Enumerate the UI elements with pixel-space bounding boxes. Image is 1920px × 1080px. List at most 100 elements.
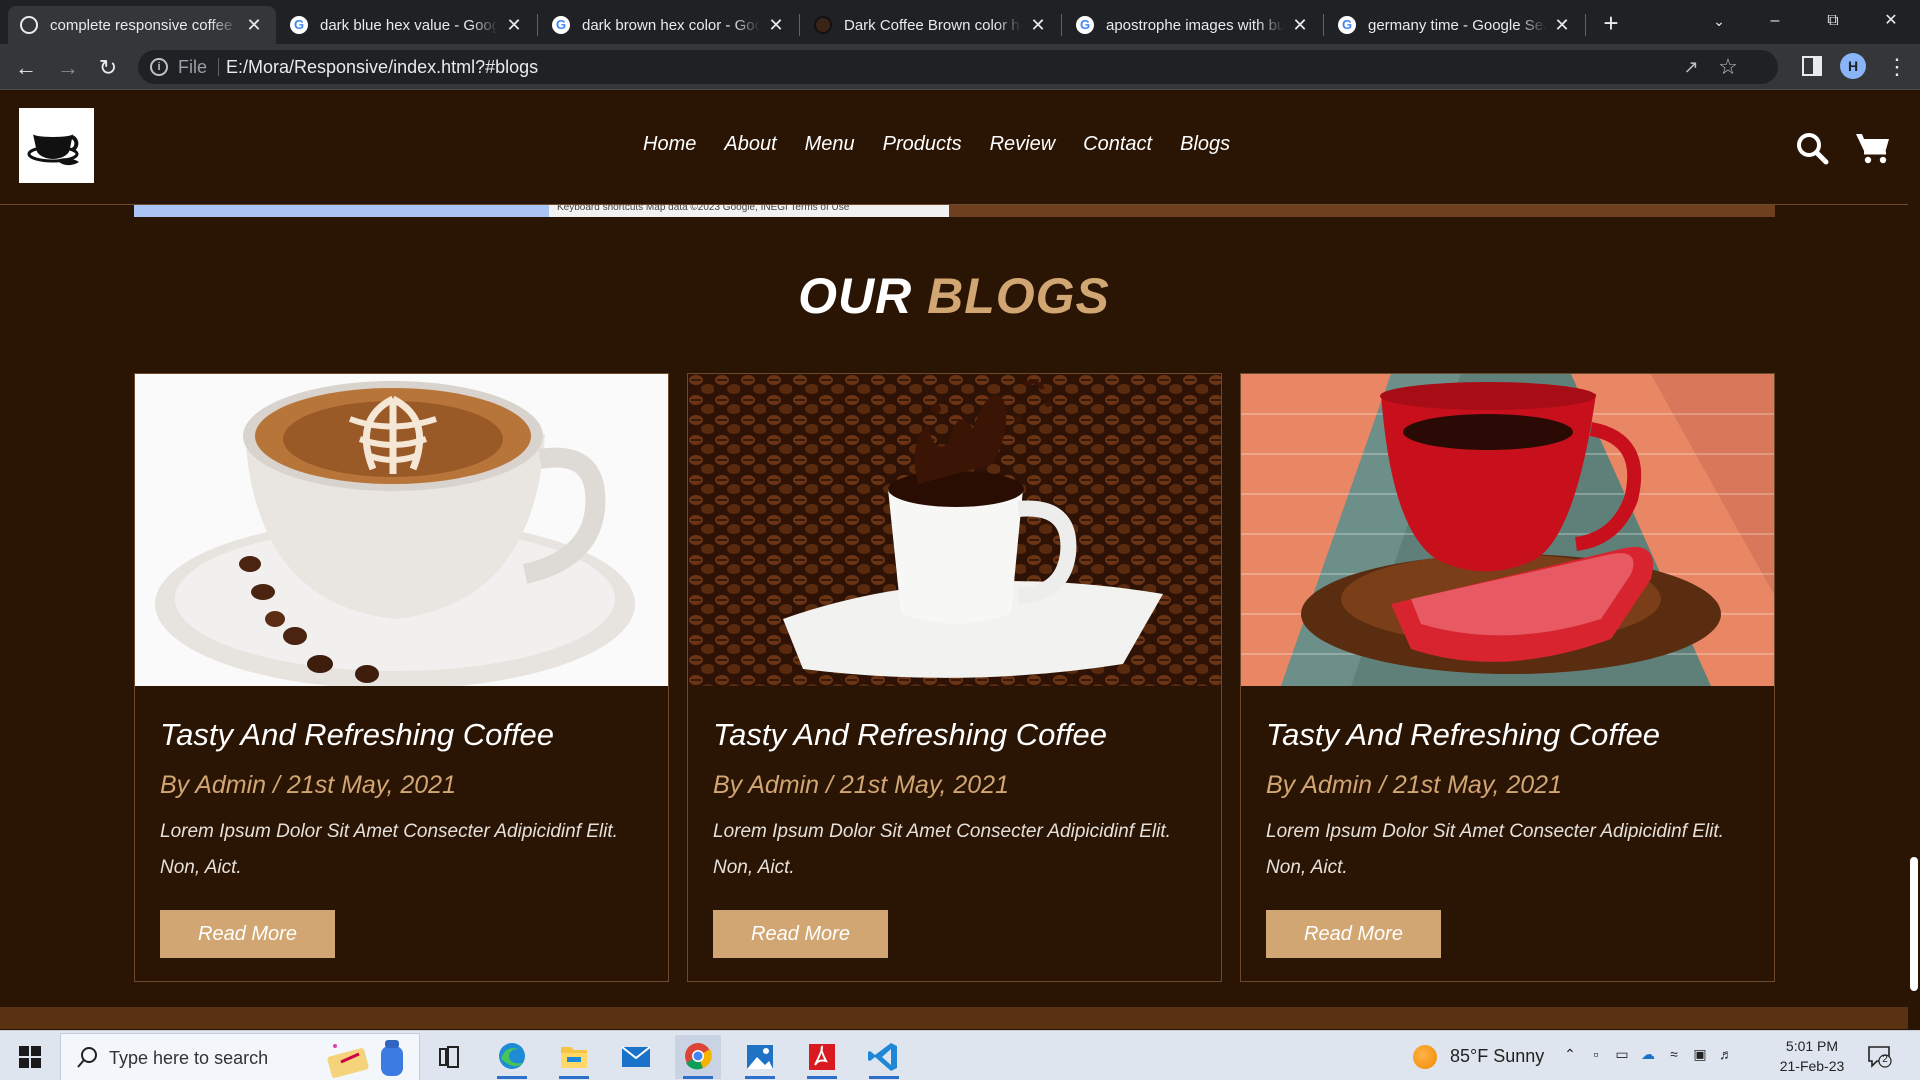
new-tab-button[interactable]: + [1598,10,1624,36]
section-title-accent: BLOGS [927,268,1110,324]
vscode-icon[interactable] [861,1035,907,1079]
blog-image-latte [135,374,668,686]
windows-taskbar: Type here to search 85°F Sunny ⌃ ▫ ▭ ☁ ≈… [0,1030,1920,1080]
blog-title: Tasty And Refreshing Coffee [713,717,1108,752]
tab-search-chevron-icon[interactable]: ⌄ [1696,6,1742,36]
edge-icon[interactable] [489,1035,535,1079]
close-tab-icon[interactable]: ✕ [1028,15,1048,35]
browser-tab[interactable]: complete responsive coffee ✕ [8,6,276,44]
browser-tab-strip: complete responsive coffee ✕ dark blue h… [0,0,1920,44]
acrobat-icon[interactable] [799,1035,845,1079]
clock-date: 21-Feb-23 [1779,1058,1845,1074]
read-more-button[interactable]: Read More [1266,910,1441,958]
share-icon[interactable]: ↗ [1680,56,1702,78]
section-title-white: OUR [798,268,913,324]
blog-excerpt: Lorem Ipsum Dolor Sit Amet Consecter Adi… [1266,821,1724,878]
blog-card: Tasty And Refreshing Coffee By Admin / 2… [134,373,669,982]
close-tab-icon[interactable]: ✕ [1290,15,1310,35]
browser-tab[interactable]: dark blue hex value - Google ✕ [278,6,536,44]
forward-arrow-icon[interactable]: → [54,54,82,82]
side-panel-icon[interactable] [1802,56,1822,76]
section-title: OUR BLOGS [0,267,1908,325]
tab-divider [799,14,800,36]
nav-link-products[interactable]: Products [883,133,962,156]
file-explorer-icon[interactable] [551,1035,597,1079]
tab-title: apostrophe images with bu [1106,16,1284,34]
close-tab-icon[interactable]: ✕ [244,15,264,35]
nav-link-review[interactable]: Review [990,133,1056,156]
tab-title: dark blue hex value - Google [320,16,498,34]
cart-icon[interactable] [1855,131,1891,165]
nav-link-menu[interactable]: Menu [805,133,855,156]
system-tray: ⌃ ▫ ▭ ☁ ≈ ▣ ♬ [1562,1045,1734,1063]
bookmark-star-icon[interactable]: ☆ [1716,55,1740,79]
volume-icon[interactable]: ♬ [1718,1045,1734,1063]
windows-start-icon[interactable] [19,1046,41,1068]
close-tab-icon[interactable]: ✕ [1552,15,1572,35]
close-tab-icon[interactable]: ✕ [504,15,524,35]
window-close-icon[interactable]: ✕ [1868,6,1914,36]
coffee-logo[interactable] [19,108,94,183]
search-icon[interactable] [1795,131,1829,165]
address-divider [218,58,219,76]
blog-meta: By Admin / 21st May, 2021 [160,771,456,799]
google-icon [552,16,570,34]
battery-icon[interactable]: ▭ [1614,1045,1630,1063]
google-icon [1076,16,1094,34]
blog-title: Tasty And Refreshing Coffee [1266,717,1661,752]
blog-card: Tasty And Refreshing Coffee By Admin / 2… [1240,373,1775,982]
nav-link-about[interactable]: About [724,133,776,156]
info-icon[interactable]: i [150,58,168,76]
site-header: Home About Menu Products Review Contact … [0,91,1920,205]
map-attribution: Keyboard shortcuts Map data ©2023 Google… [549,205,949,217]
browser-tab[interactable]: germany time - Google Sea ✕ [1326,6,1584,44]
wifi-icon[interactable]: ≈ [1666,1045,1682,1063]
taskbar-search-box[interactable]: Type here to search [60,1033,420,1080]
mail-icon[interactable] [613,1035,659,1079]
browser-tab[interactable]: dark brown hex color - Goo ✕ [540,6,798,44]
browser-tab[interactable]: Dark Coffee Brown color he ✕ [802,6,1060,44]
meet-now-icon[interactable]: ▫ [1588,1045,1604,1063]
footer-edge [0,1007,1908,1029]
nav-link-contact[interactable]: Contact [1083,133,1152,156]
browser-tab[interactable]: apostrophe images with bu ✕ [1064,6,1322,44]
tab-divider [537,14,538,36]
weather-text[interactable]: 85°F Sunny [1450,1046,1544,1067]
task-view-icon[interactable] [426,1035,472,1079]
tab-divider [1061,14,1062,36]
taskbar-search-placeholder: Type here to search [109,1048,269,1068]
read-more-button[interactable]: Read More [713,910,888,958]
page-viewport: Home About Menu Products Review Contact … [0,91,1920,1029]
nav-link-blogs[interactable]: Blogs [1180,133,1230,156]
notification-count: 2 [1882,1054,1888,1065]
close-tab-icon[interactable]: ✕ [766,15,786,35]
nav-link-home[interactable]: Home [643,133,696,156]
weather-sun-icon[interactable] [1413,1045,1437,1069]
tab-title: dark brown hex color - Goo [582,16,760,34]
map-tile [134,205,549,217]
reload-icon[interactable]: ↻ [94,54,122,82]
address-bar[interactable]: i File E:/Mora/Responsive/index.html?#bl… [138,50,1778,84]
minimize-icon[interactable]: – [1752,6,1798,36]
browser-menu-icon[interactable]: ⋮ [1886,54,1908,80]
google-icon [290,16,308,34]
photos-icon[interactable] [737,1035,783,1079]
restore-icon[interactable]: ⧉ [1810,6,1856,36]
chevron-up-icon[interactable]: ⌃ [1562,1045,1578,1063]
back-arrow-icon[interactable]: ← [12,54,40,82]
globe-icon [20,16,38,34]
search-highlight-icon [323,1038,415,1078]
scrollbar-thumb[interactable] [1910,857,1918,991]
read-more-button[interactable]: Read More [160,910,335,958]
embedded-map-edge[interactable]: Keyboard shortcuts Map data ©2023 Google… [134,205,1775,217]
search-icon [77,1046,99,1068]
chrome-icon[interactable] [675,1035,721,1079]
url-text[interactable]: E:/Mora/Responsive/index.html?#blogs [226,57,538,78]
blog-excerpt: Lorem Ipsum Dolor Sit Amet Consecter Adi… [713,821,1171,878]
blog-card: Tasty And Refreshing Coffee By Admin / 2… [687,373,1222,982]
onedrive-icon[interactable]: ☁ [1640,1045,1656,1063]
profile-avatar[interactable]: H [1840,53,1866,79]
display-icon[interactable]: ▣ [1692,1045,1708,1063]
notification-icon[interactable]: 2 [1866,1043,1892,1069]
clock[interactable]: 5:01 PM 21-Feb-23 [1772,1036,1852,1076]
